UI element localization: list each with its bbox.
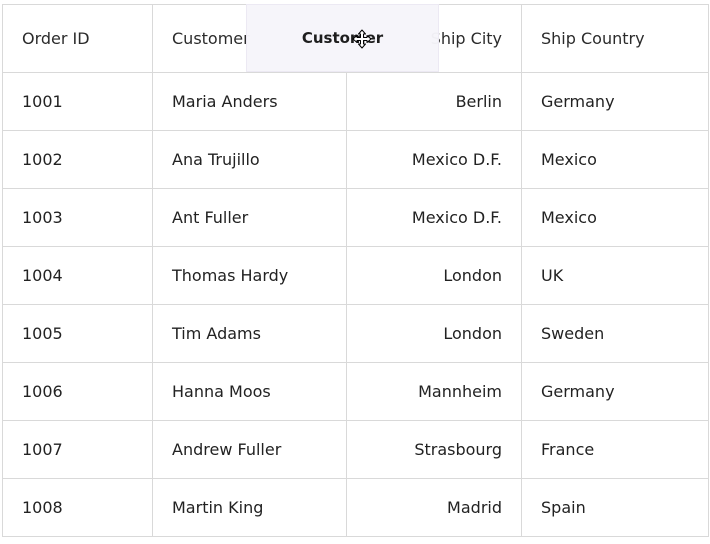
cell-ship-country[interactable]: Mexico [522,131,706,188]
cell-order-id[interactable]: 1006 [3,363,153,420]
cell-ship-country[interactable]: UK [522,247,706,304]
table-row[interactable]: 1007 Andrew Fuller Strasbourg France [3,421,708,479]
cell-ship-city[interactable]: Strasbourg [347,421,522,478]
cell-ship-country[interactable]: Germany [522,363,706,420]
cell-ship-country[interactable]: Sweden [522,305,706,362]
column-drag-ghost[interactable]: Customer [246,4,439,72]
cell-order-id[interactable]: 1007 [3,421,153,478]
cell-customer[interactable]: Andrew Fuller [153,421,347,478]
table-row[interactable]: 1008 Martin King Madrid Spain [3,479,708,537]
cell-ship-country[interactable]: Germany [522,73,706,130]
table-row[interactable]: 1001 Maria Anders Berlin Germany [3,73,708,131]
cell-order-id[interactable]: 1002 [3,131,153,188]
data-grid: Order ID Customer Ship City Ship Country… [2,4,709,537]
cell-ship-city[interactable]: London [347,247,522,304]
cell-customer[interactable]: Ana Trujillo [153,131,347,188]
cell-customer[interactable]: Ant Fuller [153,189,347,246]
cell-order-id[interactable]: 1005 [3,305,153,362]
cell-ship-city[interactable]: Mexico D.F. [347,131,522,188]
cell-ship-country[interactable]: Mexico [522,189,706,246]
table-row[interactable]: 1004 Thomas Hardy London UK [3,247,708,305]
cell-customer[interactable]: Tim Adams [153,305,347,362]
cell-ship-city[interactable]: London [347,305,522,362]
cell-order-id[interactable]: 1001 [3,73,153,130]
cell-ship-country[interactable]: Spain [522,479,706,536]
table-row[interactable]: 1005 Tim Adams London Sweden [3,305,708,363]
cell-ship-city[interactable]: Berlin [347,73,522,130]
cell-order-id[interactable]: 1008 [3,479,153,536]
cell-customer[interactable]: Hanna Moos [153,363,347,420]
cell-ship-city[interactable]: Madrid [347,479,522,536]
table-row[interactable]: 1002 Ana Trujillo Mexico D.F. Mexico [3,131,708,189]
column-header-ship-country[interactable]: Ship Country [522,5,706,72]
cell-ship-country[interactable]: France [522,421,706,478]
column-header-order-id[interactable]: Order ID [3,5,153,72]
cell-order-id[interactable]: 1004 [3,247,153,304]
move-cursor-icon [352,29,372,49]
table-row[interactable]: 1003 Ant Fuller Mexico D.F. Mexico [3,189,708,247]
cell-ship-city[interactable]: Mexico D.F. [347,189,522,246]
table-row[interactable]: 1006 Hanna Moos Mannheim Germany [3,363,708,421]
cell-order-id[interactable]: 1003 [3,189,153,246]
cell-customer[interactable]: Maria Anders [153,73,347,130]
cell-customer[interactable]: Thomas Hardy [153,247,347,304]
cell-customer[interactable]: Martin King [153,479,347,536]
cell-ship-city[interactable]: Mannheim [347,363,522,420]
